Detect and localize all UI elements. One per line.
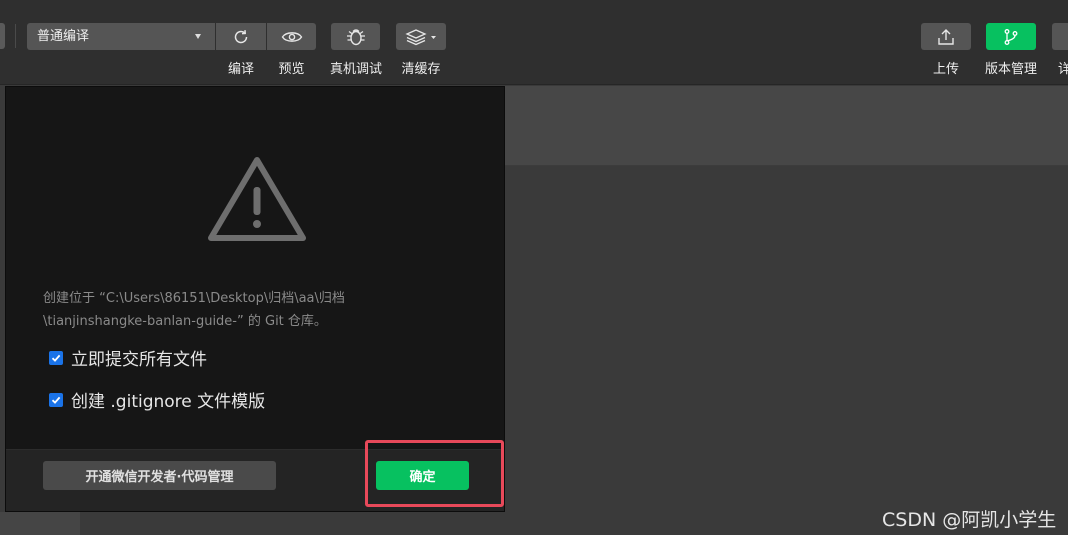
editor-panel-header xyxy=(505,86,1068,166)
dialog-message-line-1: 创建位于 “C:\Users\86151\Desktop\归档\aa\归档 xyxy=(43,291,345,306)
bug-icon xyxy=(346,28,365,45)
dialog-message-line-2: \tianjinshangke-banlan-guide-” 的 Git 仓库。 xyxy=(43,314,327,329)
create-gitignore-label: 创建 .gitignore 文件模版 xyxy=(71,392,266,412)
version-control-button[interactable] xyxy=(986,23,1036,50)
version-control-label: 版本管理 xyxy=(984,62,1037,77)
upload-button[interactable] xyxy=(921,23,971,50)
toolbar-divider xyxy=(15,24,16,48)
warning-icon xyxy=(208,157,306,241)
details-button[interactable] xyxy=(1052,23,1068,50)
upload-icon xyxy=(938,28,954,45)
clear-cache-button[interactable] xyxy=(396,23,446,50)
commit-all-files-label: 立即提交所有文件 xyxy=(71,350,207,370)
watermark: CSDN @阿凯小学生 xyxy=(882,509,1057,531)
open-code-management-button[interactable]: 开通微信开发者·代码管理 xyxy=(43,461,276,490)
details-label: 详 xyxy=(1058,62,1068,77)
layers-icon xyxy=(405,28,436,45)
create-gitignore-option[interactable]: 创建 .gitignore 文件模版 xyxy=(49,387,265,412)
toolbar: 普通编译 编译 预览 真机调试 清缓存 上传 版本管理 详 xyxy=(0,0,1068,85)
compile-mode-select[interactable]: 普通编译 xyxy=(27,23,215,50)
simulator-panel-edge xyxy=(0,512,80,535)
dialog-message: 创建位于 “C:\Users\86151\Desktop\归档\aa\归档 \t… xyxy=(43,287,483,333)
refresh-icon xyxy=(234,29,248,43)
clear-cache-label: 清缓存 xyxy=(401,62,441,77)
checkbox-checked-icon[interactable] xyxy=(49,350,63,365)
preview-button[interactable] xyxy=(267,23,316,50)
eye-icon xyxy=(281,31,302,42)
compile-label: 编译 xyxy=(227,62,254,77)
debug-label: 真机调试 xyxy=(329,62,382,77)
checkbox-checked-icon[interactable] xyxy=(49,392,63,407)
editor-panel xyxy=(505,166,1068,535)
git-branch-icon xyxy=(1004,28,1018,45)
real-device-debug-button[interactable] xyxy=(331,23,380,50)
preview-label: 预览 xyxy=(278,62,305,77)
compile-button[interactable] xyxy=(216,23,266,50)
upload-label: 上传 xyxy=(932,62,959,77)
chevron-down-icon xyxy=(195,34,201,39)
toolbar-left-button-edge[interactable] xyxy=(0,23,5,49)
annotation-highlight-box xyxy=(365,440,504,507)
commit-all-files-option[interactable]: 立即提交所有文件 xyxy=(49,345,207,370)
compile-mode-value: 普通编译 xyxy=(37,29,90,44)
